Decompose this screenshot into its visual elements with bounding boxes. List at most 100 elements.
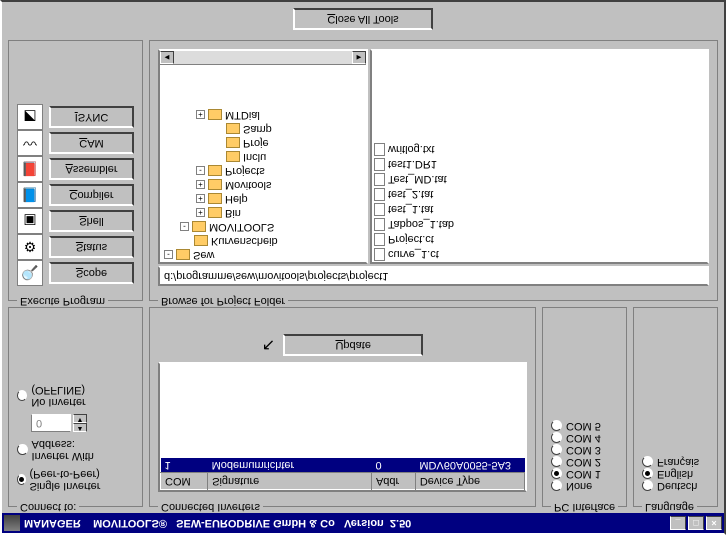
file-icon [374,158,385,171]
close-all-label: lose All Tools [335,13,398,25]
folder-icon [226,124,240,135]
expand-icon[interactable]: + [196,111,205,120]
radio-pc-com-1[interactable]: COM 1 [551,468,618,480]
tree-item[interactable]: +Help [160,192,366,206]
radio-icon [551,433,562,444]
radio-pc-none[interactable]: None [551,480,618,492]
folder-icon [192,222,206,233]
expand-icon[interactable]: + [196,209,205,218]
expand-icon[interactable]: - [164,251,173,260]
update-button[interactable]: Update [283,334,423,356]
radio-pc-com-3[interactable]: COM 3 [551,444,618,456]
radio-icon [551,481,562,492]
radio-icon [17,475,26,486]
file-item[interactable]: Test_MD.tat [372,172,707,187]
radio-single-inverter[interactable]: Single Inverter (Peer-to-Peer) [17,468,134,492]
pc-interface-group: document.currentScript.parentElement.set… [542,307,627,507]
maximize-button[interactable]: □ [688,516,704,530]
col-signature[interactable]: Signature [208,473,372,490]
address-up[interactable]: ▲ [73,423,87,432]
tree-label: MOVITOOLS [209,221,274,233]
folder-icon [208,110,222,121]
tree-label: Proje [243,137,269,149]
tree-item[interactable]: +Movitools [160,178,366,192]
file-icon [374,248,385,261]
file-list[interactable]: curve_1.ct Project.ctTabpos_1.tabtest_1.t… [370,49,709,264]
expand-icon[interactable]: + [196,181,205,190]
col-com[interactable]: COM [161,473,208,490]
tree-item[interactable]: Proje [160,136,366,150]
col-device[interactable]: Device Type [415,473,524,490]
scroll-right-icon[interactable]: ► [352,51,366,64]
file-item[interactable]: Project.ct [372,232,707,247]
radio-label: COM 2 [566,456,601,468]
tree-label: Sew [193,249,214,261]
file-item[interactable]: test_2.tat [372,187,707,202]
folder-icon [226,138,240,149]
browse-project-group: document.currentScript.parentElement.set… [149,40,718,301]
table-row[interactable]: 1 Modemumrichter 0 MDV60A0055-5A3 [161,458,525,473]
close-button[interactable]: × [706,516,722,530]
radio-icon [551,421,562,432]
cam-button[interactable]: CAM [49,132,134,154]
status-button[interactable]: Status [49,236,134,258]
radio-icon [17,445,28,456]
tree-item[interactable]: - MOVITOOLS [160,220,366,234]
file-item[interactable]: test_1.tat [372,202,707,217]
radio-lang-français[interactable]: Français [642,456,709,468]
assembler-button[interactable]: Assembler [49,158,134,180]
inverters-table[interactable]: COM Signature Addr Device Type 1 Modemum… [158,362,527,492]
tree-item[interactable]: Samp [160,122,366,136]
tree-item[interactable]: +MTDial [160,108,366,122]
scope-button[interactable]: Scope [49,262,134,284]
radio-icon [642,457,653,468]
isync-button[interactable]: ISYNC [49,106,134,128]
address-down[interactable]: ▼ [73,414,87,423]
radio-lang-deutsch[interactable]: Deutsch [642,480,709,492]
radio-label: English [657,468,693,480]
tree-label: Kurvenscheib [211,235,278,247]
radio-icon [551,457,562,468]
radio-pc-com-2[interactable]: COM 2 [551,456,618,468]
file-label: curve_1.ct [388,249,439,261]
tree-item[interactable]: Inclu [160,150,366,164]
radio-label: Inverter With Address: [32,438,134,462]
tree-label: Inclu [243,151,266,163]
path-input[interactable]: d:/programme/sew/movitools/projects/proj… [158,266,709,286]
radio-pc-com-5[interactable]: COM 5 [551,420,618,432]
file-item[interactable]: writlog.txt [372,142,707,157]
radio-label: No Inverter (OFFLINE) [31,384,134,408]
tree-item[interactable]: Kurvenscheib [160,234,366,248]
radio-label: COM 1 [566,468,601,480]
col-addr[interactable]: Addr [371,473,415,490]
compiler-icon: 📘 [17,182,43,208]
file-item[interactable]: Tabpos_1.tab [372,217,707,232]
minimize-button[interactable]: _ [670,516,686,530]
file-label: writlog.txt [388,144,434,156]
address-input[interactable]: 0 [31,414,71,432]
compiler-button[interactable]: Compiler [49,184,134,206]
app-window: MANAGER MOVITOOLS® SEW-EURODRIVE GmbH & … [0,0,726,535]
folder-icon [176,250,190,261]
tree-item[interactable]: +Bin [160,206,366,220]
tree-item[interactable]: - Sew [160,248,366,262]
expand-icon[interactable]: - [196,167,205,176]
shell-button[interactable]: Shell [49,210,134,232]
folder-tree[interactable]: - Sew Kurvenscheib - MOVITOOLS+Bin+Help+Movi… [158,49,368,264]
tree-item[interactable]: -Projects [160,164,366,178]
close-all-tools-button[interactable]: Close All Tools [293,8,433,30]
radio-inverter-with-address[interactable]: Inverter With Address: [17,438,134,462]
radio-icon [17,391,27,402]
radio-pc-com-4[interactable]: COM 4 [551,432,618,444]
radio-lang-english[interactable]: English [642,468,709,480]
file-icon [374,173,385,186]
radio-no-inverter[interactable]: No Inverter (OFFLINE) [17,384,134,408]
tree-label: Samp [243,123,272,135]
app-icon [4,515,20,531]
expand-icon[interactable]: - [180,223,189,232]
file-item[interactable]: curve_1.ct [372,247,707,262]
scroll-left-icon[interactable]: ◄ [160,51,174,64]
expand-icon[interactable]: + [196,195,205,204]
tree-h-scrollbar[interactable]: ◄ ► [160,51,366,65]
file-item[interactable]: test1.DR1 [372,157,707,172]
